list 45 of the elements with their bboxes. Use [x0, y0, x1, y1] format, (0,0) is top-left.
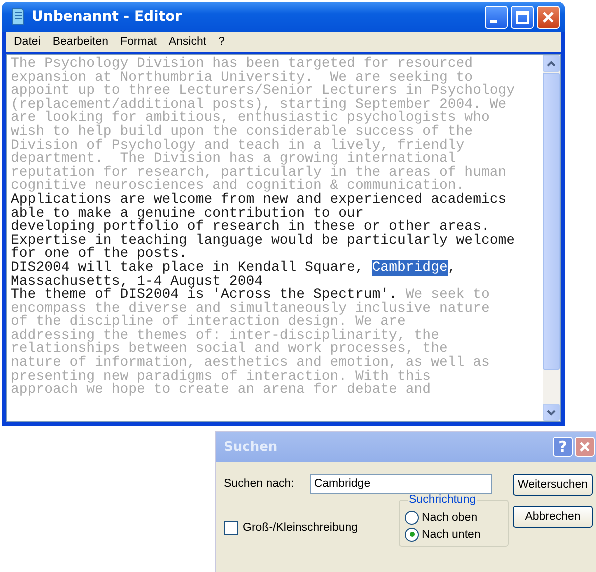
scroll-down-button[interactable]	[543, 404, 560, 422]
selected-text: Cambridge	[372, 260, 448, 276]
dialog-button[interactable]: Weitersuchen	[513, 474, 593, 496]
chevron-up-icon	[547, 60, 556, 66]
menu-item[interactable]: Format	[114, 36, 163, 48]
maximize-button[interactable]	[511, 6, 534, 28]
text-line: relationships between social and work processes, the	[11, 341, 448, 358]
group-label: Suchrichtung	[408, 494, 478, 506]
text-line: are looking for ambitious, enthusiastic psychologists who	[11, 110, 490, 126]
scroll-thumb[interactable]	[543, 73, 560, 370]
close-icon	[578, 440, 592, 454]
radio-button[interactable]	[405, 510, 419, 525]
text-line: ,	[448, 260, 456, 276]
radio-label: Nach unten	[422, 528, 481, 541]
text-line: Applications are welcome from new and experienced academics	[11, 192, 507, 208]
window-title: Unbenannt - Editor	[32, 9, 184, 25]
chevron-down-icon	[547, 410, 556, 416]
text-line: department. The Division has a growing international	[11, 151, 456, 168]
text-line: DIS2004 will take place in Kendall Square,	[11, 260, 365, 276]
minimize-button[interactable]	[485, 6, 508, 28]
scrollbar[interactable]	[543, 55, 560, 422]
radio-label: Nach oben	[422, 512, 478, 524]
text-line: The Psychology Division has been targeted for resourced	[11, 56, 474, 72]
search-field[interactable]: Cambridge	[310, 474, 492, 494]
text-line: We seek to	[406, 287, 490, 304]
dialog-title: Suchen	[224, 440, 279, 455]
text-line: approach we hope to create an arena for debate and	[11, 382, 432, 398]
checkbox[interactable]	[224, 521, 238, 536]
minimize-icon	[490, 20, 497, 22]
scroll-up-button[interactable]	[543, 55, 560, 72]
search-label: Suchen nach:	[224, 478, 294, 490]
menu-item[interactable]: Ansicht	[162, 36, 213, 48]
notepad-icon	[10, 8, 26, 26]
dialog-button[interactable]: Abbrechen	[513, 506, 593, 528]
text-line: appoint up to three Lecturers/Senior Lecturers in Psychology	[11, 83, 516, 100]
text-line: wish to help build upon the considerable success of the	[11, 124, 474, 140]
text-line: nature of information, aesthetics and emotion, as well as	[11, 355, 490, 372]
checkbox-label: Groß-/Kleinschreibung	[243, 522, 358, 534]
text-line: of the discipline of interaction design. We are	[11, 314, 406, 330]
radio-button[interactable]	[405, 528, 419, 542]
menu-item[interactable]: Datei	[8, 36, 47, 48]
menu-item[interactable]: ?	[212, 36, 232, 48]
close-button[interactable]	[537, 6, 560, 28]
menu-item[interactable]: Bearbeiten	[46, 36, 114, 48]
text-line: The theme of DIS2004 is 'Across the Spectrum'.	[11, 287, 398, 304]
